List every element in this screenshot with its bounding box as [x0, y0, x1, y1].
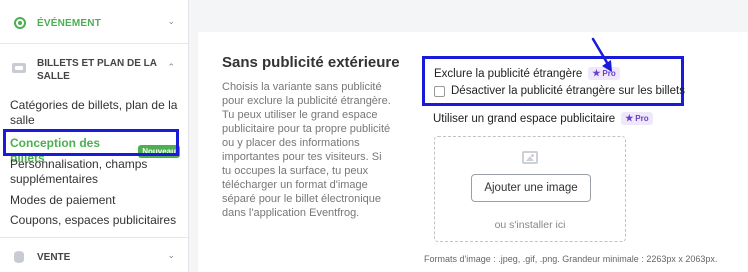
sidebar-section-tickets[interactable]: BILLETS ET PLAN DE LA SALLE ⌃ — [0, 44, 189, 92]
card-description: Choisis la variante sans publicité pour … — [222, 81, 391, 219]
exclude-ads-label: Exclure la publicité étrangère — [434, 67, 583, 80]
image-formats-note: Formats d'image : .jpeg, .gif, .png. Gra… — [424, 254, 718, 264]
large-ad-space-title: Utiliser un grand espace publicitaire ★ … — [433, 112, 653, 125]
sidebar-item-personalization[interactable]: Personnalisation, champs supplémentaires — [10, 157, 180, 187]
coins-icon — [14, 251, 24, 263]
chevron-down-icon: ⌄ — [167, 16, 175, 26]
annotation-arrow-icon — [591, 37, 612, 72]
page-background — [190, 0, 748, 32]
sidebar-section-label: ÉVÉNEMENT — [37, 18, 102, 29]
image-icon — [522, 151, 538, 164]
main-content: Sans publicité extérieure Choisis la var… — [190, 0, 748, 272]
sidebar: ÉVÉNEMENT ⌄ BILLETS ET PLAN DE LA SALLE … — [0, 0, 189, 272]
annotation-highlight-box — [422, 56, 684, 106]
large-ad-space-label: Utiliser un grand espace publicitaire — [433, 112, 616, 125]
sidebar-section-label: BILLETS ET PLAN DE LA SALLE — [37, 58, 157, 82]
ticket-icon — [12, 63, 26, 73]
image-dropzone[interactable]: Ajouter une image ou s'installer ici — [434, 136, 626, 242]
add-image-button[interactable]: Ajouter une image — [471, 174, 591, 202]
card-title: Sans publicité extérieure — [222, 54, 400, 71]
sidebar-item-coupons[interactable]: Coupons, espaces publicitaires — [10, 213, 180, 228]
sidebar-item-payment-methods[interactable]: Modes de paiement — [10, 193, 180, 208]
pro-badge: ★ Pro — [621, 112, 653, 125]
ad-settings-card: Sans publicité extérieure Choisis la var… — [198, 32, 748, 272]
sidebar-section-sale[interactable]: VENTE ⌄ — [0, 237, 189, 272]
dropzone-hint: ou s'installer ici — [494, 219, 566, 231]
disable-ads-option[interactable]: Désactiver la publicité étrangère sur le… — [434, 85, 685, 97]
sidebar-section-label: VENTE — [37, 252, 71, 263]
sidebar-item-ticket-categories[interactable]: Catégories de billets, plan de la salle — [10, 98, 180, 128]
location-pin-icon — [14, 17, 26, 29]
annotation-highlight-box — [3, 129, 179, 156]
chevron-up-icon: ⌃ — [167, 62, 175, 72]
chevron-down-icon: ⌄ — [167, 250, 175, 260]
star-icon: ★ — [625, 113, 634, 123]
disable-ads-checkbox[interactable] — [434, 85, 445, 97]
sidebar-section-event[interactable]: ÉVÉNEMENT ⌄ — [0, 0, 189, 44]
disable-ads-label[interactable]: Désactiver la publicité étrangère sur le… — [451, 85, 685, 97]
pro-badge-label: Pro — [635, 114, 649, 123]
